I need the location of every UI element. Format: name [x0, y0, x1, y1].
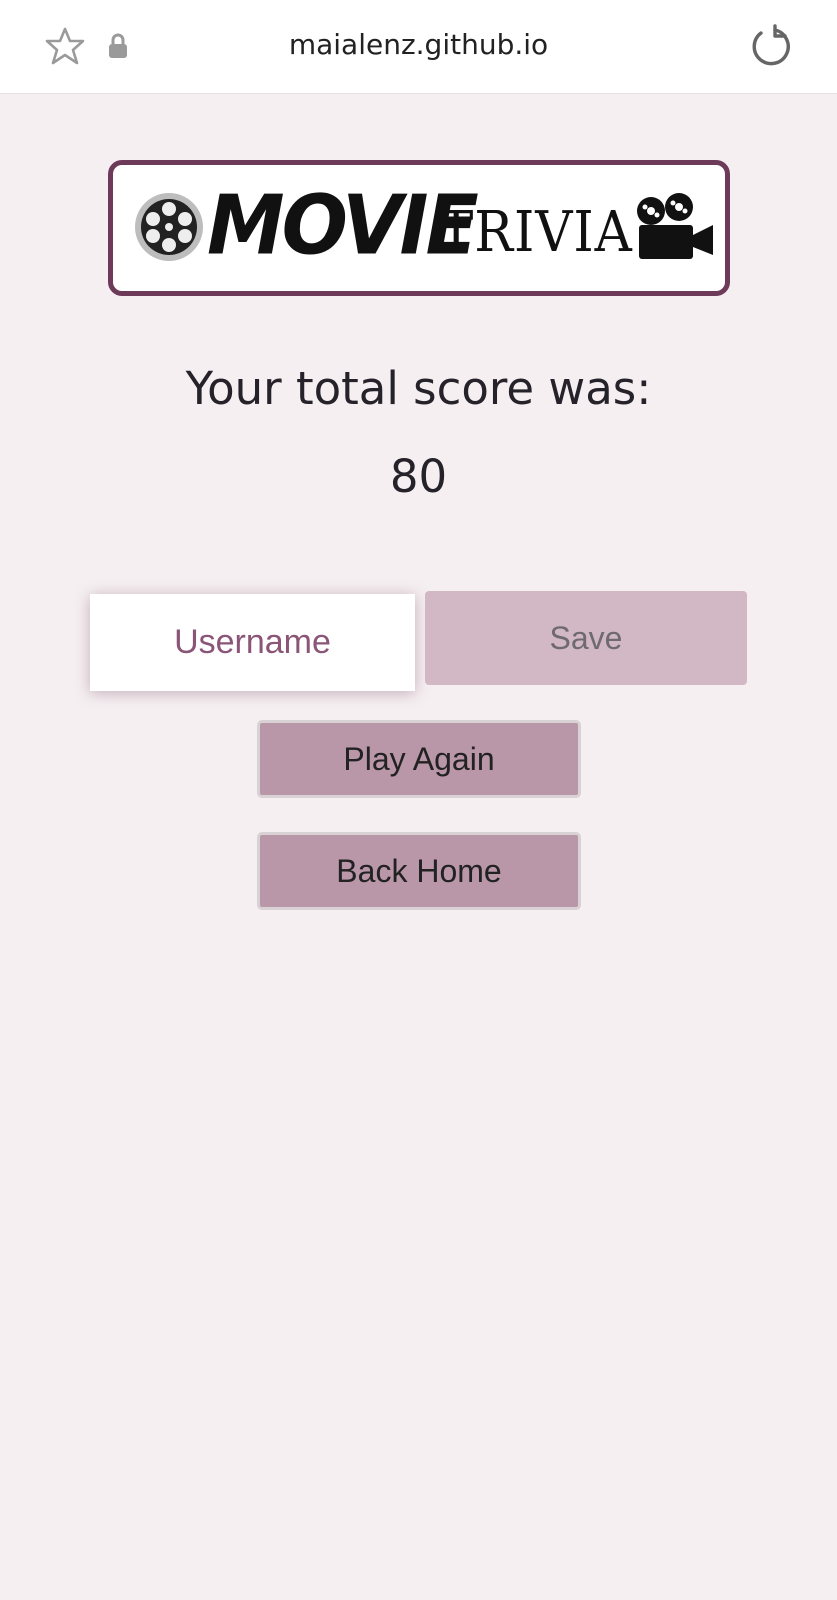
score-value: 80 [389, 450, 448, 503]
save-button[interactable]: Save [425, 591, 747, 685]
movie-camera-icon [637, 193, 713, 259]
score-label: Your total score was: [185, 362, 652, 415]
logo-word-trivia: TRIVIA [439, 200, 633, 265]
browser-bar: maialenz.github.io [0, 0, 837, 94]
movie-trivia-logo: MOVIE TRIVIA [108, 160, 730, 296]
film-reel-icon [135, 193, 203, 261]
reload-icon[interactable] [749, 24, 793, 68]
username-input[interactable] [90, 594, 415, 691]
play-again-button[interactable]: Play Again [257, 720, 581, 798]
back-home-button[interactable]: Back Home [257, 832, 581, 910]
url-text[interactable]: maialenz.github.io [0, 28, 837, 61]
logo-word-movie: MOVIE [207, 178, 479, 274]
